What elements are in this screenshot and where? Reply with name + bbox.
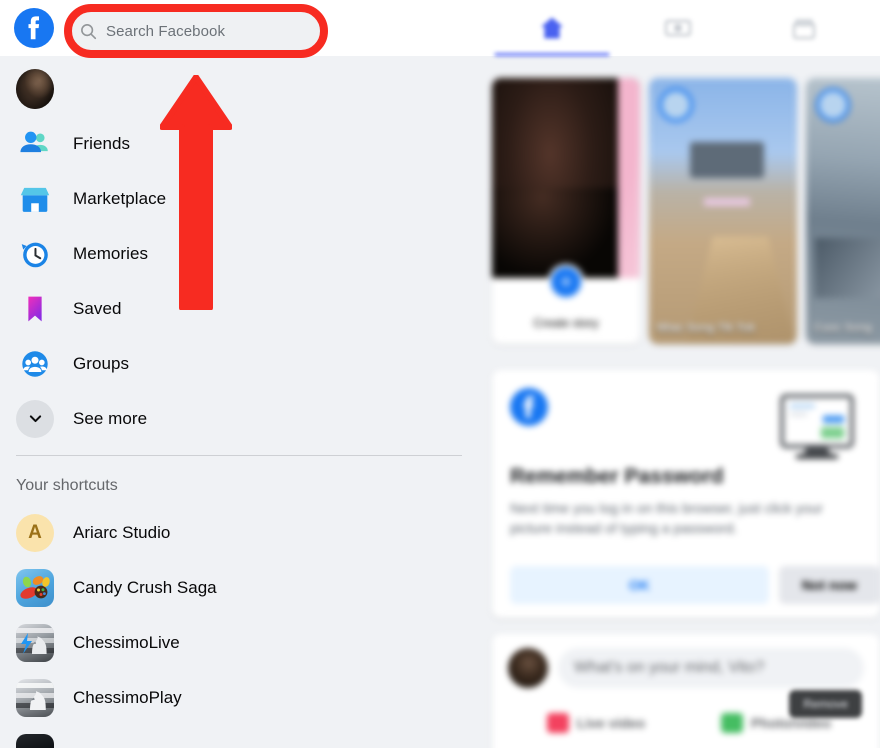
avatar <box>16 69 54 109</box>
sidebar-item-friends-label: Friends <box>73 133 131 153</box>
monitor-icon <box>778 392 856 465</box>
sidebar-item-see-more[interactable]: See more <box>0 391 480 446</box>
live-video-icon <box>546 713 569 733</box>
search-input[interactable]: Search Facebook <box>68 11 322 51</box>
shortcuts-section-title: Your shortcuts <box>16 477 118 494</box>
feed-column: + Create story Nhac Song Tik Tok Cuoc So… <box>480 56 880 748</box>
facebook-logo[interactable] <box>14 8 54 48</box>
sidebar-item-memories[interactable]: Memories <box>0 226 480 281</box>
marketplace-icon <box>16 180 54 218</box>
chessimo-live-icon <box>16 623 54 662</box>
sidebar-item-profile[interactable] <box>0 62 480 116</box>
live-video-button[interactable]: Live video <box>508 706 684 740</box>
chessimo-play-icon <box>16 678 54 717</box>
create-story-plus-icon[interactable]: + <box>548 264 584 300</box>
shortcut-item-chessimolive[interactable]: ChessimoLive <box>0 615 480 670</box>
shortcut-partial-icon <box>16 733 54 748</box>
shortcut-item-chessimoplay[interactable]: ChessimoPlay <box>0 670 480 725</box>
search-placeholder: Search Facebook <box>106 22 226 40</box>
composer-avatar[interactable] <box>508 648 548 688</box>
remember-password-card: Remember Password Next time you log in o… <box>492 370 880 618</box>
facebook-page: Search Facebook Friends Marketplace Memo… <box>0 0 880 748</box>
create-story-label: Create story <box>533 316 599 330</box>
story-author-avatar <box>659 88 693 122</box>
create-story-card[interactable]: + Create story <box>492 78 640 344</box>
search-icon <box>80 23 97 40</box>
not-now-button[interactable]: Not now <box>778 566 880 604</box>
sidebar-item-saved-label: Saved <box>73 298 122 318</box>
card-body: Next time you log in on this browser, ju… <box>510 500 823 537</box>
friends-icon <box>16 125 54 163</box>
sidebar-item-friends[interactable]: Friends <box>0 116 480 171</box>
sidebar-item-marketplace[interactable]: Marketplace <box>0 171 480 226</box>
sidebar-item-groups-label: Groups <box>73 353 130 373</box>
shortcut-label: Candy Crush Saga <box>73 577 217 597</box>
shortcut-label: ChessimoLive <box>73 632 180 652</box>
shortcut-label: ChessimoPlay <box>73 687 182 707</box>
home-tab[interactable] <box>489 0 615 56</box>
story-author-name: Cuoc Song <box>814 322 873 335</box>
create-story-thumbnail <box>492 78 640 278</box>
stories-tray: + Create story Nhac Song Tik Tok Cuoc So… <box>492 78 880 344</box>
story-author-avatar <box>816 88 850 122</box>
candy-crush-icon <box>16 568 54 607</box>
shortcut-item-candy-crush-saga[interactable]: Candy Crush Saga <box>0 560 480 615</box>
sidebar-item-see-more-label: See more <box>73 408 148 428</box>
memories-clock-icon <box>16 235 54 273</box>
composer-top-row: What's on your mind, Vito? <box>508 648 864 688</box>
saved-bookmark-icon <box>16 290 54 328</box>
sidebar-item-groups[interactable]: Groups <box>0 336 480 391</box>
facebook-logo <box>510 388 548 430</box>
ok-button[interactable]: OK <box>510 566 769 604</box>
ariarc-studio-icon: A <box>16 513 54 552</box>
sidebar-item-memories-label: Memories <box>73 243 149 263</box>
chevron-down-icon <box>16 399 54 438</box>
sidebar-item-marketplace-label: Marketplace <box>73 188 167 208</box>
top-nav-tabs <box>489 0 880 56</box>
story-author-name: Nhac Song Tik Tok <box>657 322 755 335</box>
story-card[interactable]: Nhac Song Tik Tok <box>649 78 797 344</box>
tooltip: Remove <box>789 690 862 718</box>
story-card[interactable]: Cuoc Song <box>806 78 880 344</box>
live-video-label: Live video <box>576 715 646 731</box>
shortcut-item-ariarc-studio[interactable]: A Ariarc Studio <box>0 505 480 560</box>
card-buttons: OK Not now <box>510 566 880 604</box>
composer-input[interactable]: What's on your mind, Vito? <box>558 648 864 688</box>
header-left-group <box>14 8 54 48</box>
sidebar-item-saved[interactable]: Saved <box>0 281 480 336</box>
shortcut-label: Ariarc Studio <box>73 522 171 542</box>
marketplace-tab[interactable] <box>741 0 867 56</box>
left-sidebar: Friends Marketplace Memories Saved Group… <box>0 56 480 748</box>
groups-icon <box>16 345 54 383</box>
photo-video-icon <box>720 713 743 733</box>
video-tab[interactable] <box>615 0 741 56</box>
shortcut-item-partial[interactable] <box>0 725 480 748</box>
active-tab-underline <box>494 53 610 56</box>
top-header: Search Facebook <box>0 0 880 56</box>
card-title: Remember Password <box>510 465 724 488</box>
